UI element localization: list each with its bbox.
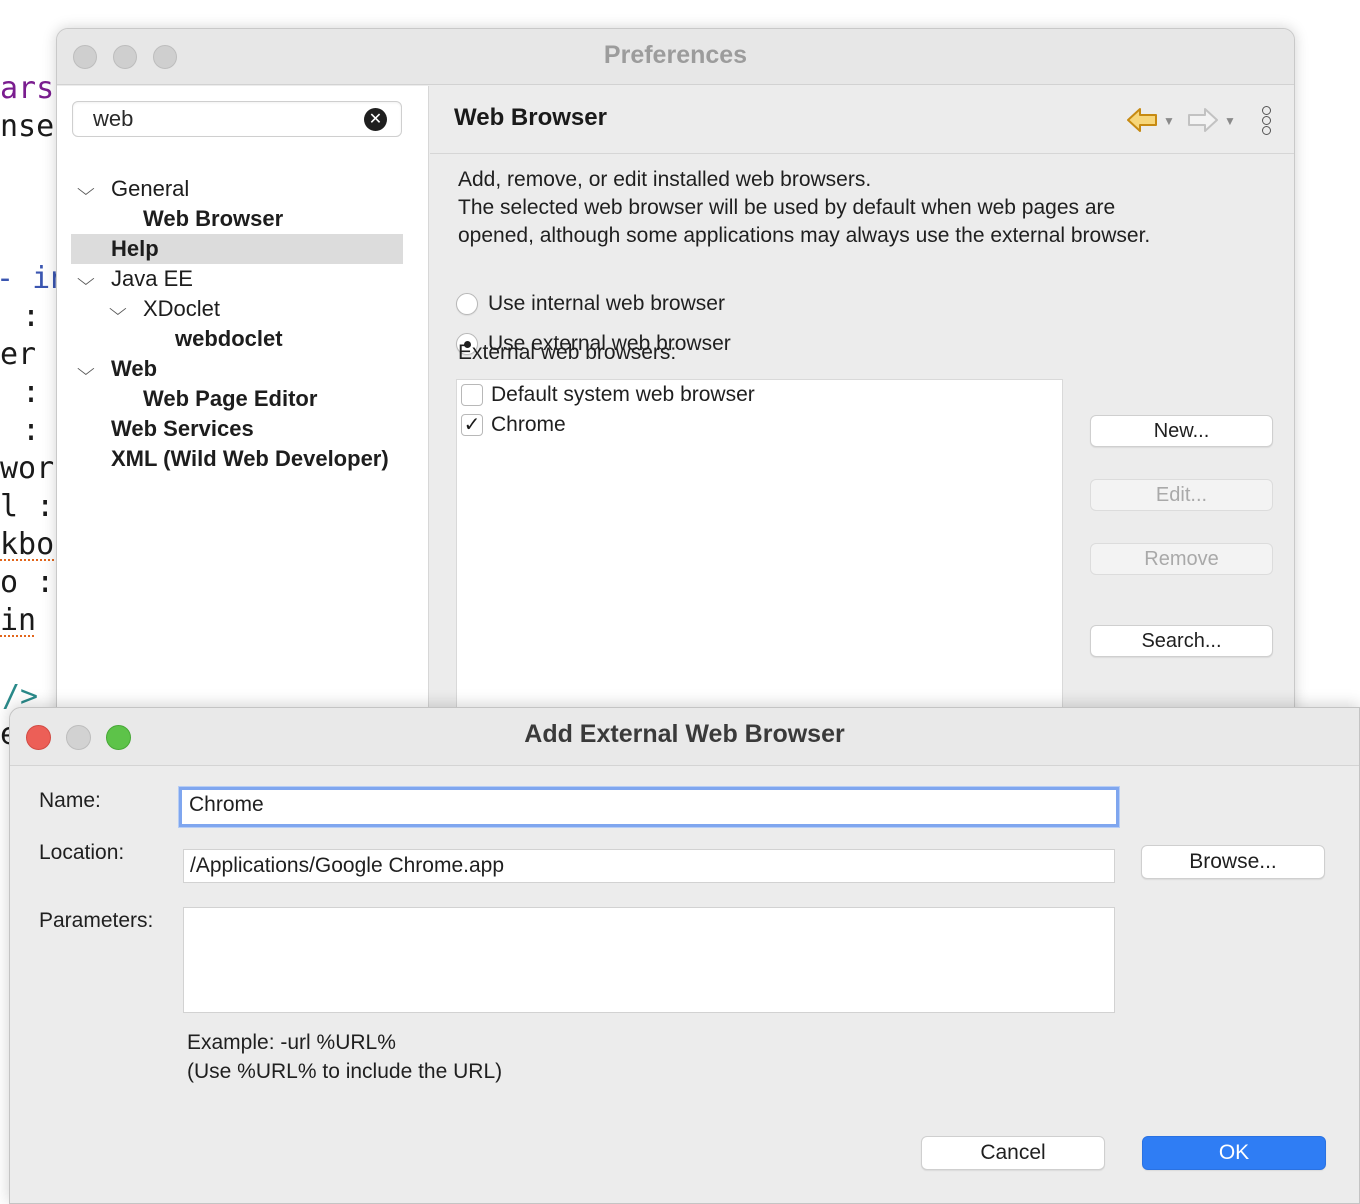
tree-item-label: XML (Wild Web Developer) xyxy=(111,446,389,471)
edit-button[interactable]: Edit... xyxy=(1090,479,1273,511)
preferences-sidebar: web ✕ ⌵ General Web Browser Help ⌵ Java … xyxy=(57,86,429,747)
description-line: opened, although some applications may a… xyxy=(458,224,1151,247)
list-item-label: Default system web browser xyxy=(491,383,755,406)
filter-search-input[interactable]: web ✕ xyxy=(72,101,402,137)
chevron-down-icon[interactable]: ⌵ xyxy=(77,354,95,384)
tree-item-label: XDoclet xyxy=(143,296,221,321)
code-line: kbo xyxy=(0,527,55,562)
background-code-editor: ars nse - in : er : : wor l : kbo o : in… xyxy=(0,0,68,760)
tree-item-label: Web Browser xyxy=(143,206,284,231)
code-line: l : xyxy=(0,489,55,524)
external-browsers-list[interactable]: Default system web browser ✓ Chrome xyxy=(456,379,1063,747)
list-item-label: Chrome xyxy=(491,413,566,436)
location-label: Location: xyxy=(39,841,125,864)
location-field[interactable]: /Applications/Google Chrome.app xyxy=(183,849,1115,883)
code-line: ars xyxy=(0,71,55,106)
browse-button[interactable]: Browse... xyxy=(1141,845,1325,879)
parameters-label: Parameters: xyxy=(39,909,154,932)
tree-item-web-services[interactable]: Web Services xyxy=(111,414,254,444)
code-line: : xyxy=(22,299,41,334)
back-dropdown-icon[interactable]: ▼ xyxy=(1163,114,1175,128)
back-arrow-icon[interactable] xyxy=(1126,106,1158,139)
preference-page: Web Browser ▼ ▼ Add, remove, or edit ins… xyxy=(430,86,1294,747)
radio-label: Use internal web browser xyxy=(488,292,725,315)
tree-item-label: Java EE xyxy=(111,266,193,291)
ok-button[interactable]: OK xyxy=(1142,1136,1326,1170)
forward-dropdown-icon[interactable]: ▼ xyxy=(1224,114,1236,128)
name-label: Name: xyxy=(39,789,101,812)
page-description: Add, remove, or edit installed web brows… xyxy=(458,166,1258,250)
tree-item-label: webdoclet xyxy=(175,326,283,351)
tree-item-label: Help xyxy=(111,236,159,261)
code-line: er xyxy=(0,337,37,372)
code-line: : xyxy=(22,413,41,448)
search-button[interactable]: Search... xyxy=(1090,625,1273,657)
page-header: Web Browser ▼ ▼ xyxy=(430,86,1294,154)
new-button[interactable]: New... xyxy=(1090,415,1273,447)
parameters-field[interactable] xyxy=(183,907,1115,1013)
chevron-down-icon[interactable]: ⌵ xyxy=(77,264,95,294)
cancel-button[interactable]: Cancel xyxy=(921,1136,1105,1170)
remove-button[interactable]: Remove xyxy=(1090,543,1273,575)
vertical-dots-icon[interactable] xyxy=(1262,106,1272,136)
code-line: in xyxy=(0,603,37,638)
chevron-down-icon[interactable]: ⌵ xyxy=(77,174,95,204)
tree-item-xml-wild-web-developer[interactable]: XML (Wild Web Developer) xyxy=(111,444,389,474)
external-browsers-label: External web browsers: xyxy=(458,341,677,364)
radio-button[interactable] xyxy=(456,293,478,315)
name-field[interactable]: Chrome xyxy=(179,787,1119,827)
checkmark-icon[interactable]: ✓ xyxy=(461,414,483,436)
code-line: : xyxy=(22,375,41,410)
preferences-titlebar: Preferences xyxy=(57,29,1294,85)
tree-item-label: Web Services xyxy=(111,416,254,441)
checkbox[interactable] xyxy=(461,384,483,406)
tree-item-label: Web xyxy=(111,356,158,381)
page-title: Web Browser xyxy=(454,104,607,131)
code-line: o : xyxy=(0,565,55,600)
preferences-window: Preferences web ✕ ⌵ General Web Browser … xyxy=(56,28,1295,748)
dialog-title: Add External Web Browser xyxy=(524,720,845,748)
add-external-browser-dialog: Add External Web Browser Name: Chrome Lo… xyxy=(9,707,1360,1204)
dialog-titlebar: Add External Web Browser xyxy=(10,708,1359,766)
tree-item-webdoclet[interactable]: webdoclet xyxy=(175,324,283,354)
parameters-hint-example: Example: -url %URL% xyxy=(187,1031,396,1054)
parameters-hint-usage: (Use %URL% to include the URL) xyxy=(187,1060,503,1083)
description-line: The selected web browser will be used by… xyxy=(458,196,1116,219)
tree-item-help[interactable]: Help xyxy=(111,234,159,264)
window-title: Preferences xyxy=(603,41,748,69)
code-line: nse xyxy=(0,109,55,144)
tree-item-web-page-editor[interactable]: Web Page Editor xyxy=(143,384,317,414)
chevron-down-icon[interactable]: ⌵ xyxy=(109,294,127,324)
description-line: Add, remove, or edit installed web brows… xyxy=(458,168,872,191)
clear-search-icon[interactable]: ✕ xyxy=(364,108,387,131)
tree-item-label: General xyxy=(111,176,190,201)
filter-search-value: web xyxy=(93,106,134,131)
code-line: wor xyxy=(0,451,55,486)
tree-item-web-browser[interactable]: Web Browser xyxy=(143,204,283,234)
forward-arrow-icon[interactable] xyxy=(1187,106,1219,139)
tree-item-label: Web Page Editor xyxy=(143,386,318,411)
